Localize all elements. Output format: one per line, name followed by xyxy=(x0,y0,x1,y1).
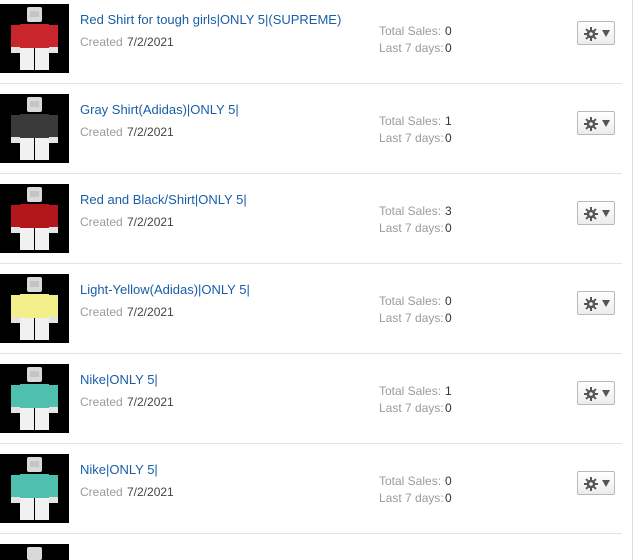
caret-down-icon xyxy=(602,390,610,397)
created-date: 7/2/2021 xyxy=(127,305,174,319)
item-title-link[interactable]: Light-Yellow(Adidas)|ONLY 5| xyxy=(80,282,250,297)
caret-down-icon xyxy=(602,300,610,307)
last7-label: Last 7 days: xyxy=(379,311,444,325)
item-title-link[interactable]: Nike|ONLY 5| xyxy=(80,462,158,477)
created-label: Created xyxy=(80,485,123,499)
item-thumbnail[interactable] xyxy=(0,184,69,253)
row-divider xyxy=(0,533,622,534)
total-sales-value: 1 xyxy=(445,384,452,398)
item-title-link[interactable]: Nike|ONLY 5| xyxy=(80,372,158,387)
last7-label: Last 7 days: xyxy=(379,401,444,415)
total-sales-value: 3 xyxy=(445,204,452,218)
last7-label: Last 7 days: xyxy=(379,131,444,145)
total-sales-label: Total Sales: xyxy=(379,384,442,398)
settings-dropdown-button[interactable] xyxy=(577,111,615,135)
total-sales-label: Total Sales: xyxy=(379,114,442,128)
row-divider xyxy=(0,83,622,84)
created-label: Created xyxy=(80,395,123,409)
item-title-link[interactable]: Red Shirt for tough girls|ONLY 5|(SUPREM… xyxy=(80,12,341,27)
list-item: Red and Black/Shirt|ONLY 5| Created 7/2/20… xyxy=(0,180,622,270)
total-sales-label: Total Sales: xyxy=(379,474,442,488)
total-sales-label: Total Sales: xyxy=(379,24,442,38)
last7-value: 0 xyxy=(445,131,452,145)
item-thumbnail[interactable] xyxy=(0,274,69,343)
created-label: Created xyxy=(80,215,123,229)
created-label: Created xyxy=(80,305,123,319)
created-date: 7/2/2021 xyxy=(127,35,174,49)
created-label: Created xyxy=(80,35,123,49)
created-label: Created xyxy=(80,125,123,139)
scroll-divider xyxy=(632,0,633,560)
created-date: 7/2/2021 xyxy=(127,215,174,229)
created-date: 7/2/2021 xyxy=(127,125,174,139)
total-sales-value: 0 xyxy=(445,474,452,488)
last7-label: Last 7 days: xyxy=(379,221,444,235)
last7-value: 0 xyxy=(445,401,452,415)
list-item: Gray Shirt(Adidas)|ONLY 5| Created 7/2/202… xyxy=(0,90,622,180)
total-sales-value: 0 xyxy=(445,24,452,38)
caret-down-icon xyxy=(602,30,610,37)
last7-value: 0 xyxy=(445,311,452,325)
item-thumbnail-partial[interactable] xyxy=(0,544,69,560)
caret-down-icon xyxy=(602,120,610,127)
last7-value: 0 xyxy=(445,491,452,505)
item-title-link[interactable]: Gray Shirt(Adidas)|ONLY 5| xyxy=(80,102,239,117)
item-title-link[interactable]: Red and Black/Shirt|ONLY 5| xyxy=(80,192,247,207)
row-divider xyxy=(0,353,622,354)
caret-down-icon xyxy=(602,480,610,487)
row-divider xyxy=(0,173,622,174)
settings-dropdown-button[interactable] xyxy=(577,381,615,405)
settings-dropdown-button[interactable] xyxy=(577,471,615,495)
last7-label: Last 7 days: xyxy=(379,41,444,55)
last7-label: Last 7 days: xyxy=(379,491,444,505)
list-item: Nike|ONLY 5| Created 7/2/2021 Total Sales: 0… xyxy=(0,450,622,540)
last7-value: 0 xyxy=(445,41,452,55)
settings-dropdown-button[interactable] xyxy=(577,21,615,45)
settings-dropdown-button[interactable] xyxy=(577,291,615,315)
item-thumbnail[interactable] xyxy=(0,364,69,433)
list-item: Red Shirt for tough girls|ONLY 5|(SUPREM… xyxy=(0,0,622,90)
caret-down-icon xyxy=(602,210,610,217)
item-thumbnail[interactable] xyxy=(0,94,69,163)
row-divider xyxy=(0,263,622,264)
total-sales-value: 1 xyxy=(445,114,452,128)
row-divider xyxy=(0,443,622,444)
created-date: 7/2/2021 xyxy=(127,395,174,409)
last7-value: 0 xyxy=(445,221,452,235)
item-thumbnail[interactable] xyxy=(0,454,69,523)
total-sales-label: Total Sales: xyxy=(379,204,442,218)
created-date: 7/2/2021 xyxy=(127,485,174,499)
total-sales-value: 0 xyxy=(445,294,452,308)
list-item: Nike|ONLY 5| Created 7/2/2021 Total Sales: 1… xyxy=(0,360,622,450)
item-thumbnail[interactable] xyxy=(0,4,69,73)
settings-dropdown-button[interactable] xyxy=(577,201,615,225)
total-sales-label: Total Sales: xyxy=(379,294,442,308)
list-item: Light-Yellow(Adidas)|ONLY 5| Created 7/2/2… xyxy=(0,270,622,360)
